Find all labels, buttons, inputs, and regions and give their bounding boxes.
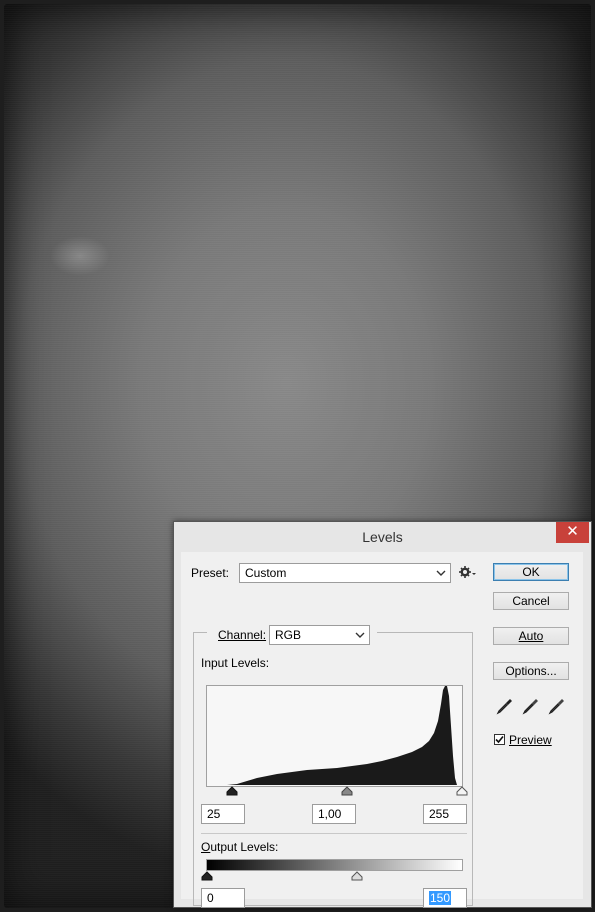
close-button[interactable]: ✕ bbox=[556, 522, 589, 543]
histogram-shape bbox=[213, 686, 457, 785]
gear-icon[interactable] bbox=[459, 565, 477, 579]
cancel-button[interactable]: Cancel bbox=[493, 592, 569, 610]
output-black-slider[interactable] bbox=[201, 871, 213, 881]
divider bbox=[201, 833, 467, 834]
input-white-slider[interactable] bbox=[456, 786, 468, 796]
ok-button[interactable]: OK bbox=[493, 563, 569, 581]
black-eyedropper-icon[interactable] bbox=[496, 697, 514, 715]
dialog-client: Preset: Custom OK Cancel Auto Options... bbox=[181, 552, 583, 908]
output-black-field[interactable]: 0 bbox=[201, 888, 245, 908]
auto-button[interactable]: Auto bbox=[493, 627, 569, 645]
preset-label: Preset: bbox=[191, 566, 230, 580]
preview-label: Preview bbox=[509, 733, 552, 747]
input-levels-label: Input Levels: bbox=[201, 656, 270, 670]
output-gradient bbox=[206, 859, 463, 871]
levels-dialog: Levels ✕ Preset: Custom OK Cancel Auto O… bbox=[173, 521, 592, 908]
preview-checkbox[interactable] bbox=[494, 734, 505, 745]
chevron-down-icon bbox=[436, 570, 446, 576]
preset-select[interactable]: Custom bbox=[239, 563, 451, 583]
checkmark-icon bbox=[495, 735, 504, 744]
output-levels-label: Output Levels: bbox=[201, 840, 279, 854]
dialog-titlebar[interactable]: Levels ✕ bbox=[174, 522, 591, 552]
input-gamma-field[interactable]: 1,00 bbox=[312, 804, 356, 824]
input-black-slider[interactable] bbox=[226, 786, 238, 796]
image-smudge bbox=[50, 236, 110, 276]
input-black-field[interactable]: 25 bbox=[201, 804, 245, 824]
channel-select[interactable]: RGB bbox=[269, 625, 370, 645]
auto-button-label: Auto bbox=[518, 629, 544, 643]
channel-label: Channel: bbox=[218, 628, 267, 642]
preset-value: Custom bbox=[245, 566, 287, 580]
output-white-field[interactable]: 150 bbox=[423, 888, 467, 908]
white-eyedropper-icon[interactable] bbox=[548, 697, 566, 715]
chevron-down-icon bbox=[355, 632, 365, 638]
dialog-title: Levels bbox=[362, 529, 403, 545]
channel-value: RGB bbox=[275, 628, 302, 642]
input-gamma-slider[interactable] bbox=[341, 786, 353, 796]
options-button[interactable]: Options... bbox=[493, 662, 569, 680]
output-white-slider[interactable] bbox=[351, 871, 363, 881]
input-white-field[interactable]: 255 bbox=[423, 804, 467, 824]
histogram bbox=[206, 685, 463, 787]
close-icon: ✕ bbox=[566, 523, 579, 540]
gray-eyedropper-icon[interactable] bbox=[522, 697, 540, 715]
